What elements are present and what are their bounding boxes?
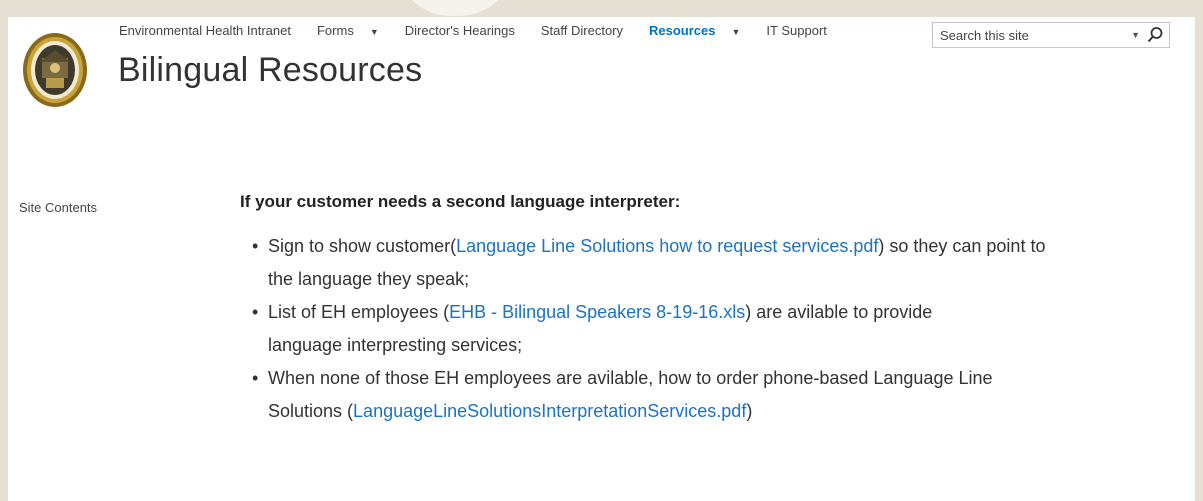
search-icon[interactable] xyxy=(1146,26,1164,44)
outer-frame-top xyxy=(0,0,1203,17)
bullet: • xyxy=(252,236,259,256)
top-navigation: Environmental Health Intranet Forms ▼ Dir… xyxy=(119,17,853,43)
nav-resources-label: Resources xyxy=(649,22,716,38)
list-item: • Sign to show customer(Language Line So… xyxy=(252,230,1048,296)
content-heading: If your customer needs a second language… xyxy=(240,192,681,211)
page-title: Bilingual Resources xyxy=(118,51,423,89)
language-line-interpretation-pdf-link[interactable]: LanguageLineSolutionsInterpretationServi… xyxy=(353,401,746,421)
main-content: If your customer needs a second language… xyxy=(240,192,1140,428)
nav-it-support[interactable]: IT Support xyxy=(766,23,826,38)
list-item: • List of EH employees (EHB - Bilingual … xyxy=(252,296,998,362)
nav-resources[interactable]: Resources ▼ xyxy=(649,23,740,38)
frame-decoration xyxy=(395,0,515,16)
search-input[interactable] xyxy=(933,26,1132,44)
list-item-text: ) xyxy=(746,401,753,421)
bullet: • xyxy=(252,302,259,322)
chevron-down-icon[interactable]: ▼ xyxy=(732,27,741,37)
list-item: • When none of those EH employees are av… xyxy=(252,362,1003,428)
language-line-request-pdf-link[interactable]: Language Line Solutions how to request s… xyxy=(456,236,878,256)
search-box: ▼ xyxy=(932,22,1170,48)
site-contents-link[interactable]: Site Contents xyxy=(19,200,97,215)
nav-environmental-health-intranet[interactable]: Environmental Health Intranet xyxy=(119,23,291,38)
nav-staff-directory[interactable]: Staff Directory xyxy=(541,23,623,38)
city-seal-logo[interactable] xyxy=(22,32,88,108)
bullet: • xyxy=(252,368,259,388)
nav-forms-label: Forms xyxy=(316,22,354,38)
list-item-text: Sign to show customer( xyxy=(268,236,457,256)
search-scope-dropdown-icon[interactable]: ▼ xyxy=(1131,30,1140,40)
chevron-down-icon[interactable]: ▼ xyxy=(370,27,379,37)
list-item-text: List of EH employees ( xyxy=(268,302,450,322)
resource-list: • Sign to show customer(Language Line So… xyxy=(240,230,1140,428)
nav-forms[interactable]: Forms ▼ xyxy=(317,23,379,38)
page: Environmental Health Intranet Forms ▼ Dir… xyxy=(8,17,1195,501)
bilingual-speakers-xls-link[interactable]: EHB - Bilingual Speakers 8-19-16.xls xyxy=(449,302,745,322)
nav-directors-hearings[interactable]: Director's Hearings xyxy=(405,23,515,38)
left-navigation: Site Contents xyxy=(19,200,97,215)
